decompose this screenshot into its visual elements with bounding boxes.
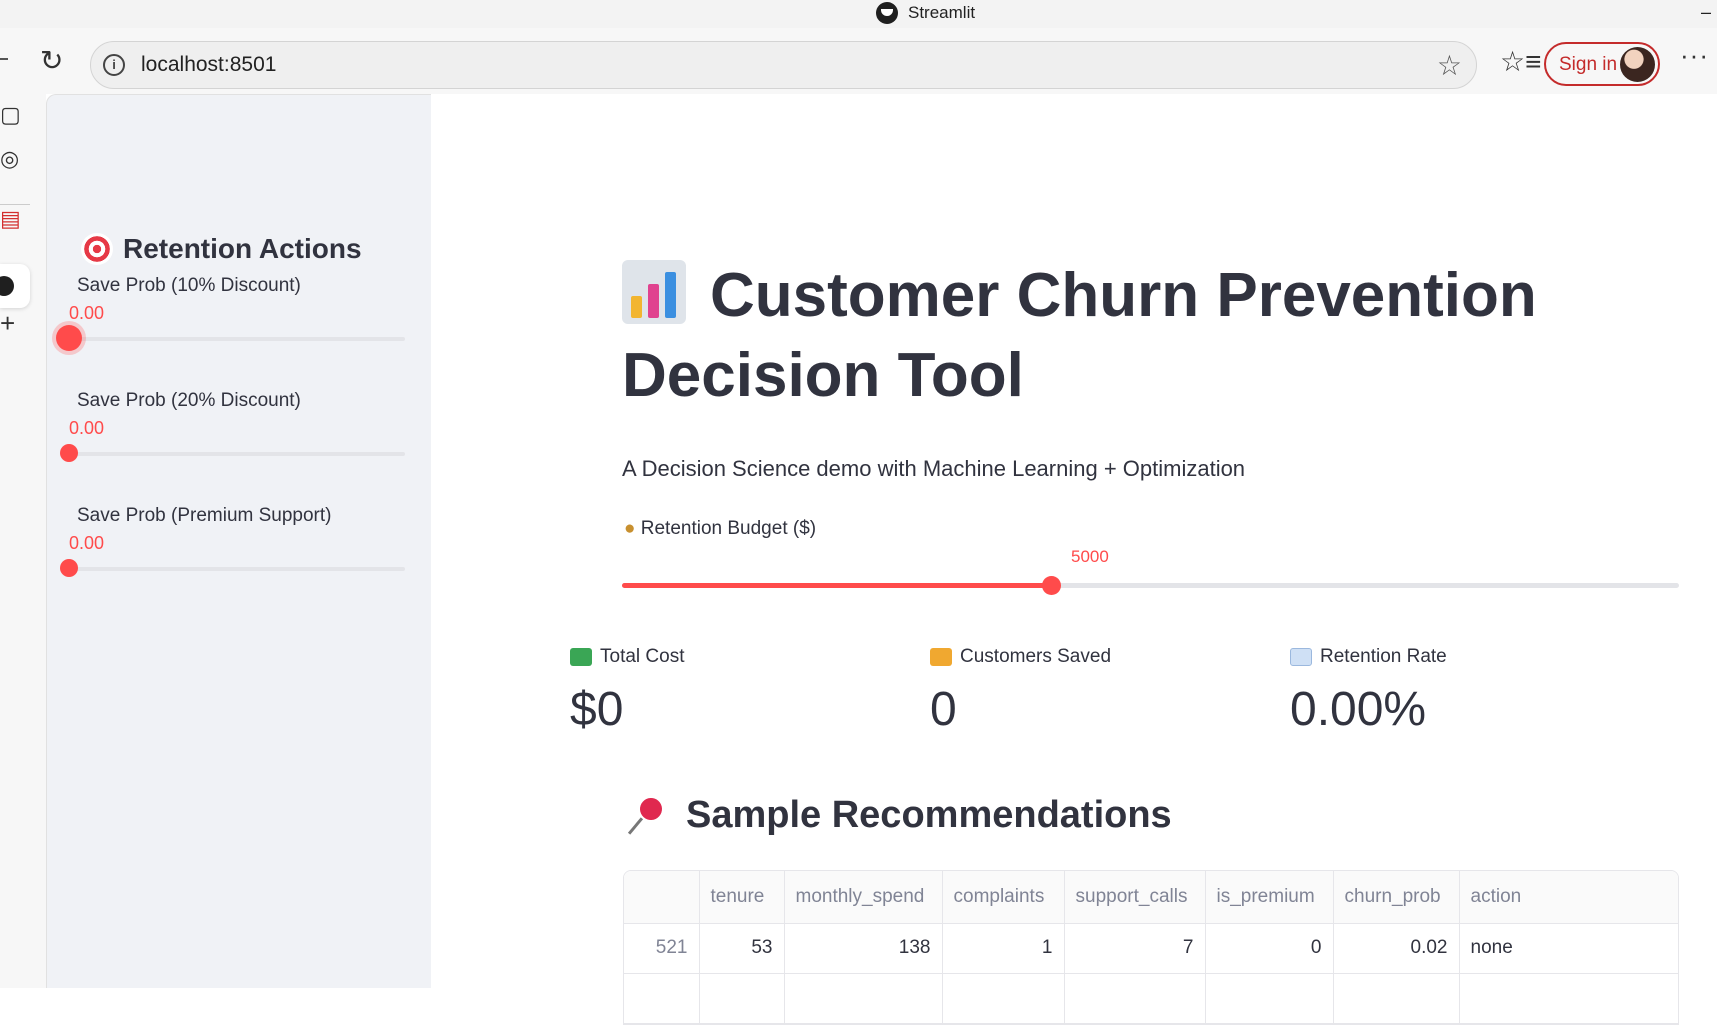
- column-header[interactable]: complaints: [942, 871, 1065, 924]
- table-cell[interactable]: 7: [1064, 923, 1206, 974]
- column-header[interactable]: churn_prob: [1333, 871, 1460, 924]
- slider-label: Save Prob (Premium Support): [77, 505, 332, 526]
- sign-in-button[interactable]: Sign in: [1544, 42, 1660, 86]
- window-title-bar: Streamlit –: [0, 0, 1717, 28]
- metric-customers-saved: Customers Saved 0: [930, 646, 1111, 737]
- table-row: 521 53 138 1 7 0 0.02 none: [624, 923, 1678, 974]
- table-header-row: tenure monthly_spend complaints support_…: [624, 871, 1678, 924]
- window-title: Streamlit: [876, 2, 975, 24]
- metric-total-cost: Total Cost $0: [570, 646, 684, 737]
- metric-label-text: Total Cost: [600, 646, 685, 667]
- url-text[interactable]: localhost:8501: [141, 53, 276, 77]
- pdf-icon[interactable]: ▤: [0, 206, 21, 232]
- metric-label: Customers Saved: [930, 646, 1111, 668]
- table-cell[interactable]: [1459, 973, 1678, 1024]
- minimize-icon[interactable]: –: [1701, 2, 1711, 23]
- slider-value: 0.00: [69, 533, 105, 553]
- column-header[interactable]: monthly_spend: [784, 871, 943, 924]
- recommendations-table[interactable]: tenure monthly_spend complaints support_…: [623, 870, 1679, 1025]
- money-bag-icon: ●: [624, 518, 636, 539]
- bar-chart-icon: [622, 260, 686, 324]
- add-icon[interactable]: +: [0, 308, 15, 339]
- metric-value: $0: [570, 683, 624, 736]
- reload-icon[interactable]: ↻: [40, 46, 70, 76]
- main-content: Customer Churn Prevention Decision Tool …: [431, 94, 1717, 1025]
- table-cell[interactable]: [1333, 973, 1460, 1024]
- table-cell[interactable]: none: [1459, 923, 1678, 974]
- bookmark-star-icon[interactable]: ☆: [1437, 49, 1462, 82]
- pushpin-icon: [628, 796, 668, 836]
- sidebar-heading-text: Retention Actions: [123, 233, 362, 264]
- slider-value: 0.00: [69, 418, 105, 438]
- address-bar[interactable]: i localhost:8501 ☆: [90, 41, 1477, 89]
- person-raising-hand-icon: [930, 648, 952, 666]
- column-header-index[interactable]: [624, 871, 700, 924]
- money-icon: [570, 648, 592, 666]
- table-cell[interactable]: 0.02: [1333, 923, 1460, 974]
- chart-increasing-icon: [1290, 648, 1312, 666]
- sign-in-label: Sign in: [1559, 54, 1618, 75]
- target-icon: [81, 233, 113, 265]
- slider-value: 0.00: [69, 303, 105, 323]
- sidebar: Retention Actions Save Prob (10% Discoun…: [46, 94, 431, 988]
- streamlit-tab-icon[interactable]: [0, 264, 30, 308]
- tabs-icon[interactable]: ▢: [0, 102, 21, 128]
- table-cell[interactable]: [1064, 973, 1206, 1024]
- sidebar-heading: Retention Actions: [81, 233, 362, 265]
- table-cell[interactable]: 521: [624, 923, 700, 974]
- column-header[interactable]: action: [1459, 871, 1678, 924]
- favorites-icon[interactable]: ☆≡: [1500, 45, 1541, 78]
- slider-track[interactable]: [69, 337, 405, 341]
- budget-slider-fill: [622, 583, 1051, 588]
- table-cell[interactable]: 1: [942, 923, 1065, 974]
- slider-label: Save Prob (20% Discount): [77, 390, 301, 411]
- back-edge-icon: [0, 58, 8, 60]
- slider-thumb[interactable]: [56, 325, 82, 351]
- metric-retention-rate: Retention Rate 0.00%: [1290, 646, 1447, 737]
- table-row: [624, 973, 1678, 1024]
- budget-slider-value: 5000: [1071, 547, 1109, 566]
- avatar: [1620, 47, 1655, 82]
- metric-value: 0: [930, 683, 957, 736]
- browser-toolbar: ↻ i localhost:8501 ☆ ☆≡ Sign in ···: [0, 28, 1717, 94]
- metric-value: 0.00%: [1290, 683, 1427, 736]
- site-info-icon[interactable]: i: [103, 54, 125, 76]
- table-cell[interactable]: [942, 973, 1065, 1024]
- page-subtitle: A Decision Science demo with Machine Lea…: [622, 456, 1246, 481]
- table-cell[interactable]: [784, 973, 943, 1024]
- budget-label-text: Retention Budget ($): [640, 518, 817, 539]
- metric-label-text: Retention Rate: [1320, 646, 1447, 667]
- slider-thumb[interactable]: [60, 444, 78, 462]
- streamlit-logo-icon: [876, 2, 898, 24]
- table-cell[interactable]: 0: [1205, 923, 1334, 974]
- more-options-icon[interactable]: ···: [1680, 40, 1709, 71]
- section-title: Sample Recommendations: [628, 794, 1172, 837]
- column-header[interactable]: support_calls: [1064, 871, 1206, 924]
- metric-label: Retention Rate: [1290, 646, 1447, 668]
- metric-label-text: Customers Saved: [960, 646, 1112, 667]
- column-header[interactable]: is_premium: [1205, 871, 1334, 924]
- table-cell[interactable]: [699, 973, 785, 1024]
- window-title-text: Streamlit: [908, 3, 976, 22]
- strip-divider: [0, 204, 30, 205]
- browser-side-strip: ▢ ◎ ▤ +: [0, 94, 46, 988]
- table-cell[interactable]: 53: [699, 923, 785, 974]
- metric-label: Total Cost: [570, 646, 684, 668]
- globe-icon[interactable]: ◎: [0, 146, 19, 172]
- slider-thumb[interactable]: [60, 559, 78, 577]
- table-cell[interactable]: [624, 973, 700, 1024]
- slider-track[interactable]: [69, 452, 405, 456]
- page-title-text: Customer Churn Prevention Decision Tool: [622, 261, 1537, 410]
- column-header[interactable]: tenure: [699, 871, 785, 924]
- budget-slider-label: ● Retention Budget ($): [624, 518, 816, 540]
- page-title: Customer Churn Prevention Decision Tool: [622, 256, 1602, 416]
- table-cell[interactable]: 138: [784, 923, 943, 974]
- table-cell[interactable]: [1205, 973, 1334, 1024]
- slider-label: Save Prob (10% Discount): [77, 275, 301, 296]
- section-title-text: Sample Recommendations: [686, 794, 1172, 836]
- budget-slider-thumb[interactable]: [1041, 576, 1061, 595]
- slider-track[interactable]: [69, 567, 405, 571]
